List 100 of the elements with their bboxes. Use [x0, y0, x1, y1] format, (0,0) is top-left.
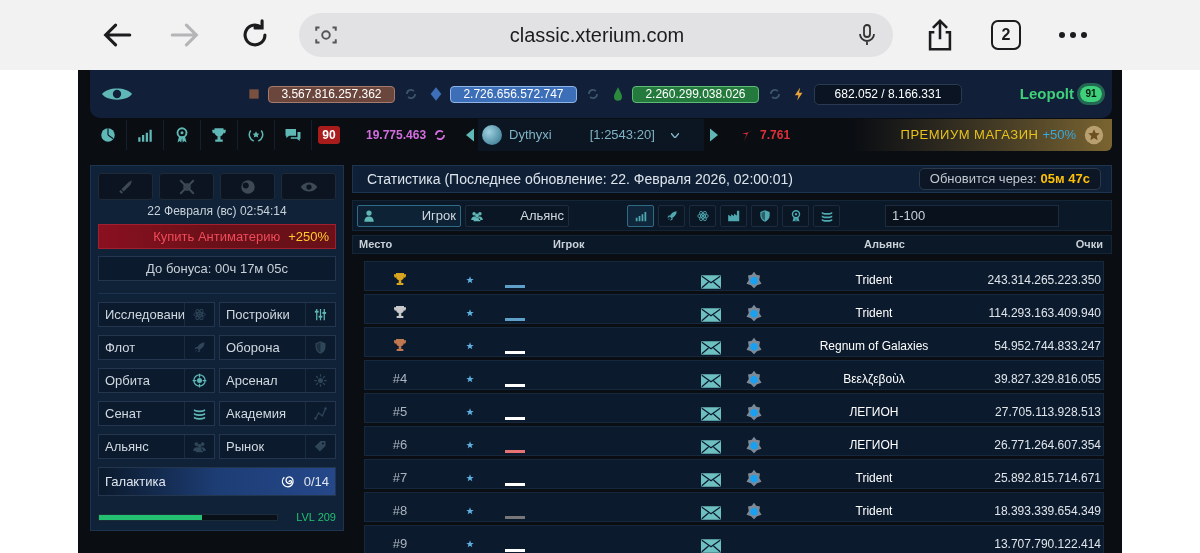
ranking-row[interactable]: Trident 114.293.163.409.940 — [364, 294, 1104, 324]
alliance-emblem-icon[interactable] — [745, 502, 763, 520]
menu-item[interactable]: Флот — [98, 335, 215, 360]
menu-item[interactable]: Арсенал — [219, 368, 336, 393]
points-value: 26.771.264.607.354 — [994, 438, 1101, 452]
points-value: 25.892.815.714.671 — [994, 471, 1101, 485]
factory-icon — [726, 208, 741, 223]
mode-tab[interactable]: Игрок — [357, 204, 461, 227]
points-value: 114.293.163.409.940 — [988, 306, 1101, 320]
atom-icon — [695, 208, 710, 223]
category-tab[interactable] — [689, 204, 716, 227]
star-icon[interactable] — [466, 375, 474, 383]
mail-icon[interactable] — [701, 473, 721, 487]
galaxy-button[interactable]: Галактика 0/14 — [98, 467, 336, 496]
category-tab[interactable] — [751, 204, 778, 227]
rank-number: #7 — [392, 468, 408, 487]
dropdown-caret-icon[interactable] — [670, 132, 679, 138]
star-icon[interactable] — [466, 309, 474, 317]
star-icon[interactable] — [466, 408, 474, 416]
star-icon[interactable] — [466, 441, 474, 449]
planet-icon — [238, 177, 257, 196]
menu-item[interactable]: Постройки — [219, 302, 336, 327]
left-arrow-icon[interactable] — [466, 128, 475, 142]
mail-icon[interactable] — [701, 275, 721, 289]
antimatter-amount: 19.775.463 — [366, 127, 427, 144]
star-icon[interactable] — [466, 540, 474, 548]
alliance-emblem-icon[interactable] — [745, 337, 763, 355]
mail-icon[interactable] — [701, 407, 721, 421]
mail-icon[interactable] — [701, 308, 721, 322]
star-icon[interactable] — [466, 342, 474, 350]
ranking-row[interactable]: Regnum of Galaxies 54.952.744.833.247 — [364, 327, 1104, 357]
star-icon[interactable] — [466, 507, 474, 515]
url-text: classic.xterium.com — [508, 23, 686, 48]
alliance-emblem-icon[interactable] — [745, 370, 763, 388]
mail-icon[interactable] — [701, 539, 721, 553]
server-date: 22 Февраля (вс) 02:54:14 — [146, 203, 288, 219]
buy-antimatter-button[interactable]: Купить Антиматерию +250% — [98, 224, 336, 249]
trophy-icon — [392, 304, 408, 320]
mail-icon[interactable] — [701, 440, 721, 454]
menu-item[interactable]: Рынок — [219, 434, 336, 459]
alliance-name: Βεελζεβοὺλ — [843, 372, 905, 386]
category-tab[interactable] — [813, 204, 840, 227]
menu-item[interactable]: Академия — [219, 401, 336, 426]
alliance-emblem-icon[interactable] — [745, 403, 763, 421]
premium-bonus: +50% — [1042, 126, 1076, 145]
star-medal-icon — [1084, 125, 1104, 145]
ranking-row[interactable]: Trident 243.314.265.223.350 — [364, 261, 1104, 291]
alliance-emblem-icon[interactable] — [745, 271, 763, 289]
mail-icon[interactable] — [701, 341, 721, 355]
mail-icon[interactable] — [701, 374, 721, 388]
message-count-badge[interactable]: 90 — [318, 126, 340, 144]
ranking-row[interactable]: #5 ЛЕГИОН 27.705.113.928.513 — [364, 393, 1104, 423]
trophy-icon[interactable] — [210, 126, 228, 144]
alliance-emblem-icon[interactable] — [745, 436, 763, 454]
stats-title: Статистика (Последнее обновление: 22. Февраля 2026, 02:00:01) — [367, 169, 793, 189]
resource-amount: 2.726.656.572.747 — [450, 85, 577, 103]
category-tab[interactable] — [720, 204, 747, 227]
ranking-row[interactable]: #9 13.707.790.122.414 — [364, 525, 1104, 553]
chat-icon[interactable] — [284, 126, 302, 144]
address-bar[interactable]: classic.xterium.com — [299, 13, 893, 57]
category-tab[interactable] — [627, 204, 654, 227]
category-tab[interactable] — [658, 204, 685, 227]
menu-item[interactable]: Орбита — [98, 368, 215, 393]
refresh-icon[interactable] — [433, 128, 448, 142]
ranking-row[interactable]: #4 Βεελζεβοὺλ 39.827.329.816.055 — [364, 360, 1104, 390]
points-value: 54.952.744.833.247 — [994, 339, 1101, 353]
menu-item[interactable]: Оборона — [219, 335, 336, 360]
points-value: 39.827.329.816.055 — [994, 372, 1101, 386]
planet-selector[interactable]: Dythyxi [1:2543:20] — [478, 119, 705, 151]
planet-coordinates: [1:2543:20] — [589, 126, 655, 145]
level-label: LVL 209 — [296, 509, 336, 525]
star-icon[interactable] — [466, 276, 474, 284]
alliance-name: Trident — [855, 471, 893, 485]
ranking-row[interactable]: #6 ЛЕГИОН 26.771.264.607.354 — [364, 426, 1104, 456]
more-icon[interactable] — [1058, 31, 1088, 39]
mail-icon[interactable] — [701, 506, 721, 520]
column-header: Игрок — [552, 237, 586, 253]
range-select[interactable]: 1-100 — [885, 204, 1059, 227]
metal-icon — [246, 86, 262, 102]
tab-count-button[interactable]: 2 — [991, 20, 1021, 50]
pie-chart-icon[interactable] — [99, 126, 117, 144]
rank-number: #5 — [392, 402, 408, 421]
alliance-emblem-icon[interactable] — [745, 304, 763, 322]
mode-tab[interactable]: Альянс — [465, 204, 569, 227]
points-value: 13.707.790.122.414 — [994, 537, 1101, 551]
star-icon[interactable] — [466, 474, 474, 482]
right-arrow-icon[interactable] — [710, 128, 719, 142]
ranking-row[interactable]: #7 Trident 25.892.815.714.671 — [364, 459, 1104, 489]
crossed-swords-icon — [177, 177, 196, 196]
menu-item[interactable]: Исследовани — [98, 302, 215, 327]
rank-number: #9 — [392, 534, 408, 553]
alliance-emblem-icon[interactable] — [745, 469, 763, 487]
ranking-row[interactable]: #8 Trident 18.393.339.654.349 — [364, 492, 1104, 522]
menu-item[interactable]: Сенат — [98, 401, 215, 426]
menu-item[interactable]: Альянс — [98, 434, 215, 459]
category-tab[interactable] — [782, 204, 809, 227]
trophy-icon — [392, 271, 408, 287]
rank-number: #4 — [392, 369, 408, 388]
player-name: Leopolt — [1019, 83, 1074, 104]
alliance-name: ЛЕГИОН — [849, 438, 899, 452]
